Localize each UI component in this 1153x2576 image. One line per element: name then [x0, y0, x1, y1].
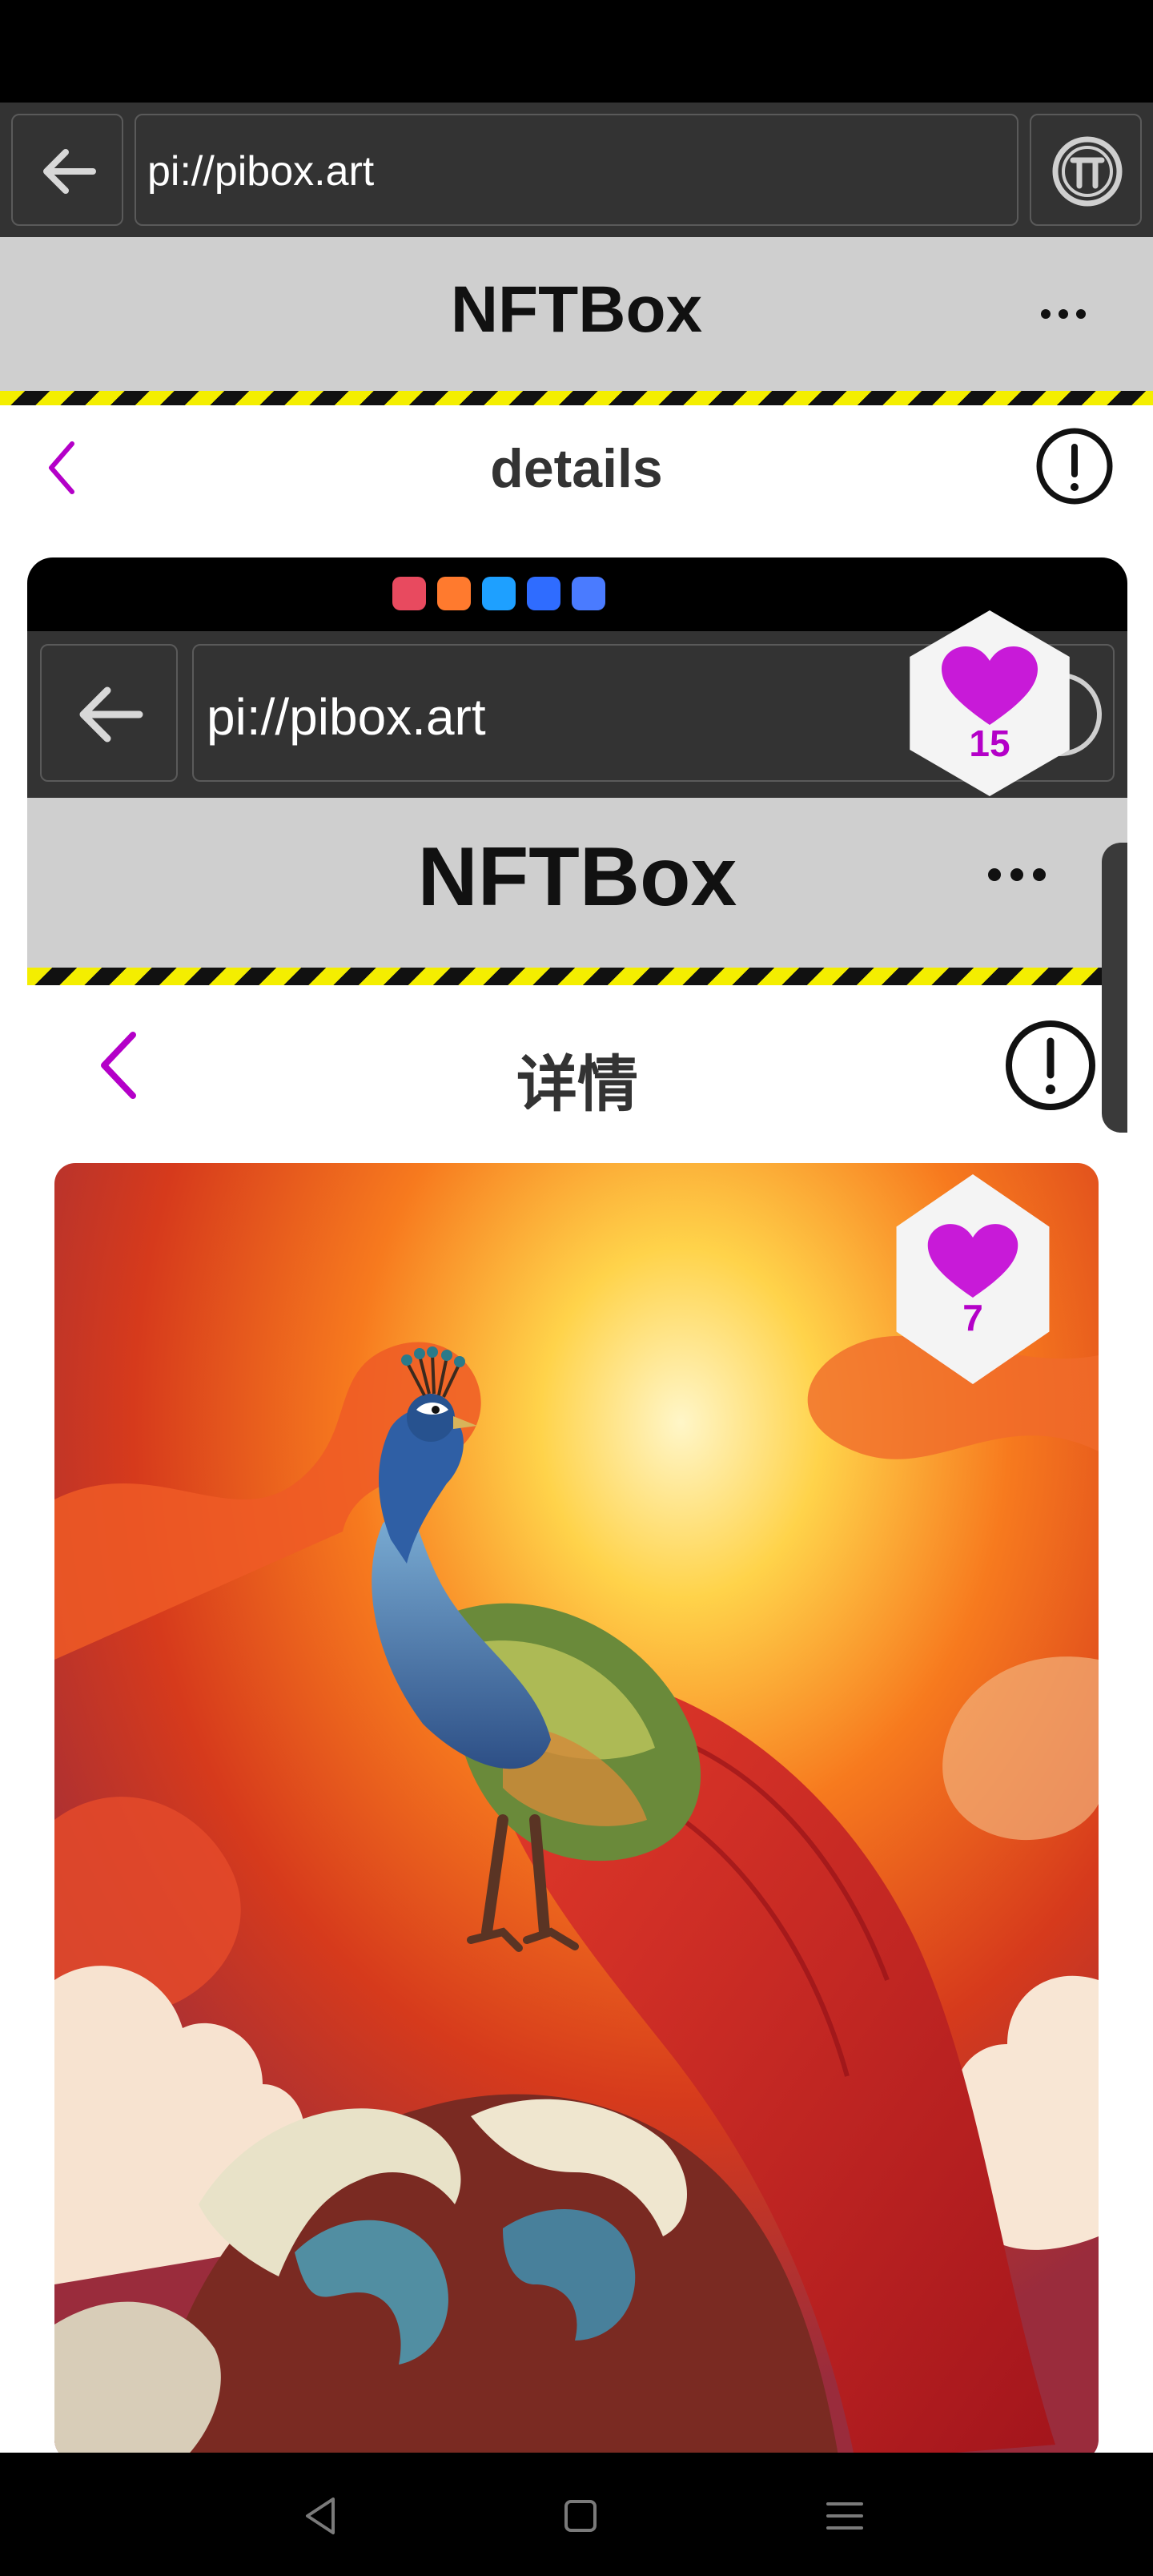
- arrow-left-icon: [79, 686, 143, 743]
- system-nav-bar: [0, 2453, 1153, 2576]
- app-icon-search: [482, 577, 516, 610]
- browser-back-button[interactable]: [11, 114, 123, 226]
- embedded-app-header: NFTBox: [27, 798, 1127, 985]
- pi-coin-icon: [1052, 136, 1123, 207]
- more-dots-icon: [988, 868, 1046, 881]
- menu-lines-icon: [826, 2502, 863, 2530]
- arrow-left-icon: [43, 149, 96, 194]
- overlay-like-count: 15: [969, 722, 1010, 764]
- app-header: NFTBox: [0, 237, 1153, 405]
- heart-icon: [942, 646, 1038, 725]
- hazard-stripe: [0, 391, 1153, 405]
- page-title: details: [490, 438, 663, 499]
- hazard-stripe: [27, 968, 1127, 985]
- pi-wallet-button[interactable]: [1030, 114, 1142, 226]
- status-bar: [0, 0, 1153, 103]
- side-drawer-handle[interactable]: [1102, 843, 1127, 1133]
- exclamation-circle-icon: [1036, 428, 1113, 505]
- nav-menu-button[interactable]: [817, 2488, 873, 2544]
- square-home-icon: [564, 2500, 597, 2532]
- app-icon-books: [392, 577, 426, 610]
- more-dots-icon[interactable]: [1041, 309, 1086, 319]
- browser-url-text: pi://pibox.art: [147, 148, 375, 195]
- exclamation-circle-icon: [1006, 1020, 1095, 1110]
- embedded-status-bar: [27, 557, 1127, 631]
- nav-home-button[interactable]: [552, 2488, 609, 2544]
- app-title: NFTBox: [450, 273, 703, 346]
- embedded-url-text: pi://pibox.art: [207, 688, 486, 746]
- heart-icon: [927, 1224, 1018, 1298]
- info-button[interactable]: [1033, 425, 1116, 508]
- embedded-back-chevron: [80, 1022, 160, 1110]
- browser-bar: pi://pibox.art: [0, 103, 1153, 237]
- embedded-app-title: NFTBox: [417, 831, 737, 924]
- browser-url-field[interactable]: pi://pibox.art: [135, 114, 1018, 226]
- page-back-button[interactable]: [32, 433, 96, 505]
- chevron-left-icon: [49, 441, 74, 494]
- chevron-left-icon: [101, 1032, 136, 1099]
- embedded-info-icon: [1001, 1016, 1100, 1115]
- embedded-page-title: 详情: [516, 1051, 638, 1119]
- triangle-back-icon: [306, 2498, 335, 2534]
- artwork-like-count: 7: [962, 1297, 983, 1338]
- embedded-back-button: [40, 644, 178, 782]
- app-icon-video: [437, 577, 471, 610]
- nft-preview-card[interactable]: pi://pibox.art 15 NFTBox 详情 7: [27, 557, 1127, 2459]
- app-icon-tips: [527, 577, 560, 610]
- app-icon-music: [572, 577, 605, 610]
- nav-back-button[interactable]: [293, 2488, 349, 2544]
